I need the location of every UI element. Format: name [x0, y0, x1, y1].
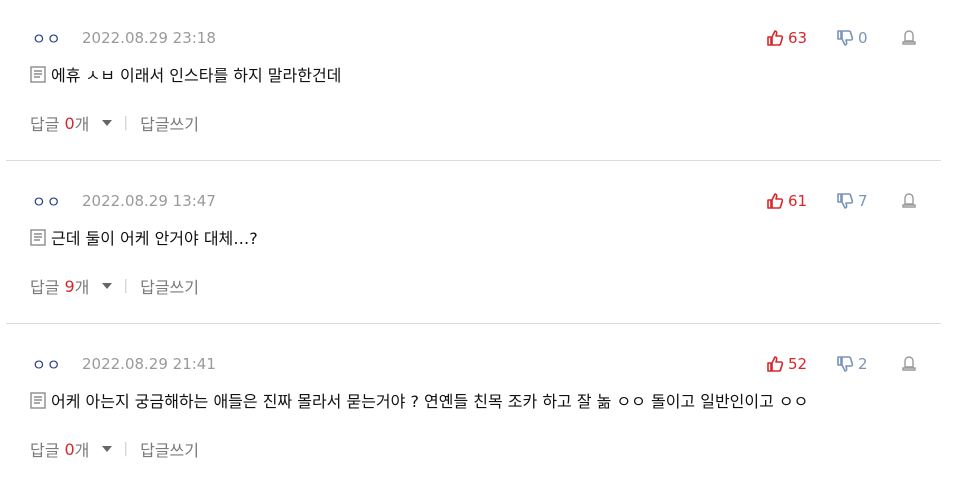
reply-unit: 개 — [74, 441, 90, 460]
reply-separator: | — [123, 115, 129, 131]
comment-author[interactable]: ㅇㅇ — [32, 28, 62, 49]
reply-label: 답글 — [30, 278, 60, 297]
memo-icon — [30, 391, 46, 409]
dislike-count: 7 — [858, 192, 868, 210]
comment-author[interactable]: ㅇㅇ — [32, 354, 62, 375]
reply-toggle-button[interactable]: 답글 0 개 — [30, 437, 123, 461]
comment-author[interactable]: ㅇㅇ — [32, 191, 62, 212]
dislike-count: 0 — [858, 29, 868, 47]
reply-count: 0 — [64, 113, 75, 133]
write-reply-button[interactable]: 답글쓰기 — [140, 111, 199, 135]
like-button[interactable]: 61 — [766, 190, 807, 212]
report-icon — [902, 356, 916, 371]
report-button[interactable] — [901, 30, 917, 46]
comment-text: 어케 아는지 궁금해하는 애들은 진짜 몰라서 묻는거야 ? 연옌들 친목 조카… — [51, 392, 809, 411]
memo-icon — [30, 65, 46, 83]
comment-date: 2022.08.29 21:41 — [82, 355, 216, 373]
comment-body: 어케 아는지 궁금해하는 애들은 진짜 몰라서 묻는거야 ? 연옌들 친목 조카… — [30, 388, 808, 412]
reply-bar: 답글 0 개 | 답글쓰기 — [30, 437, 199, 461]
thumbs-up-icon — [767, 356, 784, 372]
report-button[interactable] — [901, 193, 917, 209]
comment-date: 2022.08.29 23:18 — [82, 29, 216, 47]
comment-body: 근데 둘이 어케 안거야 대체…? — [30, 225, 258, 249]
report-icon — [902, 30, 916, 45]
thumbs-up-icon — [767, 30, 784, 46]
thumbs-down-icon — [837, 356, 854, 372]
like-count: 63 — [788, 29, 808, 47]
reply-count: 9 — [64, 276, 75, 296]
reply-bar: 답글 0 개 | 답글쓰기 — [30, 111, 199, 135]
comment-item: ㅇㅇ 2022.08.29 23:18 63 0 에휴 ㅅㅂ 이래서 인스타를 … — [0, 0, 960, 162]
comment-text: 에휴 ㅅㅂ 이래서 인스타를 하지 말라한건데 — [51, 66, 342, 85]
comment-item: ㅇㅇ 2022.08.29 13:47 61 7 근데 둘이 어케 안거야 대체… — [0, 163, 960, 325]
comment-text: 근데 둘이 어케 안거야 대체…? — [51, 229, 258, 248]
memo-icon — [30, 228, 46, 246]
dislike-button[interactable]: 7 — [836, 190, 868, 212]
caret-down-icon — [102, 446, 113, 452]
reply-separator: | — [123, 441, 129, 457]
caret-down-icon — [102, 120, 113, 126]
report-button[interactable] — [901, 356, 917, 372]
reply-unit: 개 — [74, 115, 90, 134]
write-reply-button[interactable]: 답글쓰기 — [140, 274, 199, 298]
thumbs-down-icon — [837, 30, 854, 46]
reply-toggle-button[interactable]: 답글 9 개 — [30, 274, 123, 298]
dislike-count: 2 — [858, 355, 868, 373]
like-count: 52 — [788, 355, 808, 373]
reply-unit: 개 — [74, 278, 90, 297]
reply-separator: | — [123, 278, 129, 294]
dislike-button[interactable]: 2 — [836, 353, 868, 375]
thumbs-down-icon — [837, 193, 854, 209]
like-button[interactable]: 63 — [766, 27, 807, 49]
reply-count: 0 — [64, 439, 75, 459]
comment-divider — [6, 160, 941, 161]
thumbs-up-icon — [767, 193, 784, 209]
reply-label: 답글 — [30, 115, 60, 134]
comment-date: 2022.08.29 13:47 — [82, 192, 216, 210]
like-count: 61 — [788, 192, 808, 210]
reply-label: 답글 — [30, 441, 60, 460]
comment-list: ㅇㅇ 2022.08.29 23:18 63 0 에휴 ㅅㅂ 이래서 인스타를 … — [0, 0, 960, 484]
reply-bar: 답글 9 개 | 답글쓰기 — [30, 274, 199, 298]
comment-body: 에휴 ㅅㅂ 이래서 인스타를 하지 말라한건데 — [30, 62, 341, 86]
reply-toggle-button[interactable]: 답글 0 개 — [30, 111, 123, 135]
report-icon — [902, 193, 916, 208]
comment-divider — [6, 323, 941, 324]
comment-item: ㅇㅇ 2022.08.29 21:41 52 2 어케 아는지 궁금해하는 애들… — [0, 326, 960, 484]
caret-down-icon — [102, 283, 113, 289]
write-reply-button[interactable]: 답글쓰기 — [140, 437, 199, 461]
like-button[interactable]: 52 — [766, 353, 807, 375]
dislike-button[interactable]: 0 — [836, 27, 868, 49]
